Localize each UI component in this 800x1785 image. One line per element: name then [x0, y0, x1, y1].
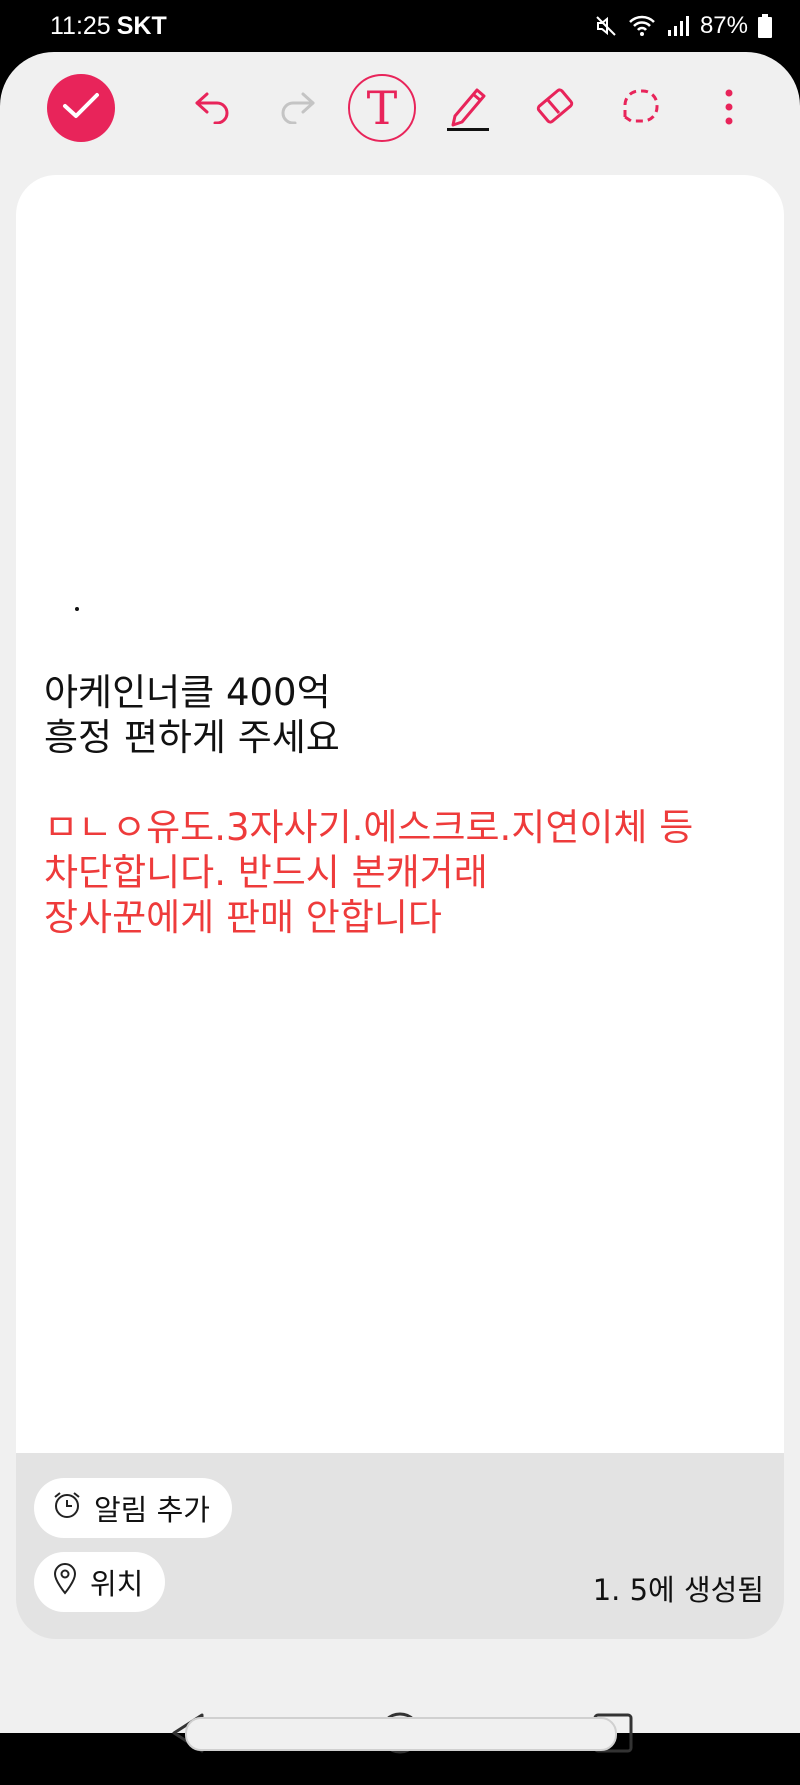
location-button[interactable]: 위치	[34, 1552, 166, 1612]
pen-icon	[445, 82, 493, 136]
note-info-panel: 알림 추가 위치 1. 5에 생성됨	[16, 1453, 784, 1639]
status-bar: 11:25 SKT 87%	[0, 0, 800, 52]
redo-button[interactable]	[262, 74, 332, 144]
mute-icon	[594, 14, 618, 38]
undo-icon	[193, 90, 233, 128]
pen-button[interactable]	[434, 74, 504, 144]
text-tool-icon: T	[366, 81, 398, 135]
lasso-icon	[619, 85, 663, 133]
memo-app: T 아케인너클 400억 흥정 편하게 주세요 ㅁㄴㅇ유도.3자사기.에스크로.…	[0, 52, 800, 1754]
gesture-handle[interactable]	[185, 1717, 617, 1751]
note-dot	[75, 607, 79, 611]
note-line: 흥정 편하게 주세요	[44, 716, 340, 759]
eraser-button[interactable]	[520, 74, 590, 144]
add-alarm-label: 알림 추가	[94, 1493, 210, 1527]
more-button[interactable]	[694, 74, 764, 144]
more-icon	[724, 87, 734, 131]
text-tool-button[interactable]: T	[348, 74, 416, 142]
signal-icon	[666, 14, 690, 38]
note-line: ㅁㄴㅇ유도.3자사기.에스크로.지연이체 등	[44, 806, 694, 849]
note-line: 아케인너클 400억	[44, 671, 331, 714]
add-alarm-button[interactable]: 알림 추가	[34, 1478, 232, 1538]
toolbar: T	[0, 52, 800, 172]
note-text-black[interactable]: 아케인너클 400억 흥정 편하게 주세요	[44, 670, 340, 760]
clock: 11:25	[50, 12, 111, 40]
status-left: 11:25 SKT	[50, 12, 167, 41]
status-right: 87%	[594, 12, 772, 40]
location-pin-icon	[52, 1562, 78, 1602]
redo-icon	[277, 90, 317, 128]
note-line: 장사꾼에게 판매 안합니다	[44, 896, 442, 939]
check-icon	[61, 91, 101, 125]
note-line: 차단합니다. 반드시 본캐거래	[44, 851, 488, 894]
note-text-red[interactable]: ㅁㄴㅇ유도.3자사기.에스크로.지연이체 등 차단합니다. 반드시 본캐거래 장…	[44, 805, 693, 940]
carrier-name: SKT	[116, 12, 167, 40]
wifi-icon	[628, 14, 656, 38]
battery-percent: 87%	[699, 12, 748, 39]
save-button[interactable]	[47, 74, 115, 142]
alarm-clock-icon	[52, 1490, 82, 1527]
battery-icon	[758, 14, 772, 38]
note-canvas[interactable]: 아케인너클 400억 흥정 편하게 주세요 ㅁㄴㅇ유도.3자사기.에스크로.지연…	[16, 175, 784, 1453]
lasso-button[interactable]	[606, 74, 676, 144]
eraser-icon	[532, 85, 578, 133]
location-label: 위치	[90, 1567, 144, 1601]
created-date: 1. 5에 생성됨	[592, 1573, 764, 1607]
undo-button[interactable]	[178, 74, 248, 144]
